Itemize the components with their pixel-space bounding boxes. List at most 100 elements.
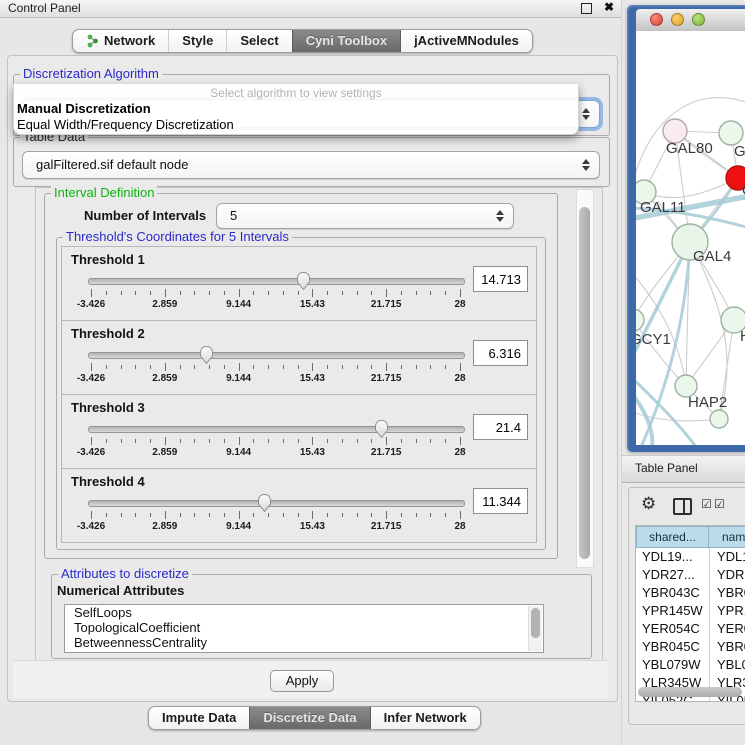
tab-style[interactable]: Style	[168, 30, 226, 52]
table-cell-shared-name[interactable]: YDR27...	[636, 566, 709, 584]
network-window-titlebar[interactable]	[636, 9, 745, 32]
slider-tick	[430, 513, 431, 517]
slider-thumb[interactable]	[198, 345, 215, 365]
table-cell-name[interactable]: YDL19...	[709, 548, 745, 566]
network-node-label: GAL80	[666, 140, 713, 157]
numerical-attributes-list[interactable]: SelfLoops TopologicalCoefficient Between…	[64, 604, 544, 653]
slider-tick	[342, 513, 343, 517]
table-cell-name[interactable]: YER054C	[709, 620, 745, 638]
tab-label: Network	[104, 30, 155, 52]
table-cell-name[interactable]: YBL079W	[709, 656, 745, 674]
tab-infer-network[interactable]: Infer Network	[370, 707, 480, 729]
threshold-value-field[interactable]: 6.316	[473, 340, 528, 366]
table-data-combobox[interactable]: galFiltered.sif default node	[22, 151, 600, 179]
tab-label: Discretize Data	[263, 707, 356, 729]
close-traffic-light-icon[interactable]	[650, 13, 663, 26]
slider-tick	[357, 365, 358, 369]
number-of-intervals-combobox[interactable]: 5	[216, 203, 514, 229]
tab-discretize-data[interactable]: Discretize Data	[249, 707, 369, 729]
split-columns-icon[interactable]	[673, 498, 692, 515]
scrollbar-thumb[interactable]	[579, 207, 590, 559]
float-window-icon[interactable]	[581, 3, 592, 14]
network-node-label: GAL11	[640, 199, 686, 216]
dropdown-option-manual-discretization[interactable]: Manual Discretization	[17, 101, 151, 116]
slider-thumb[interactable]	[295, 271, 312, 291]
vertical-scrollbar[interactable]	[576, 189, 594, 568]
table-cell-name[interactable]: YBR043C	[709, 584, 745, 602]
table-cell-shared-name[interactable]: YBR043C	[636, 584, 709, 602]
tab-cyni-toolbox[interactable]: Cyni Toolbox	[292, 30, 400, 52]
slider-tick	[371, 365, 372, 369]
list-item[interactable]: TopologicalCoefficient	[65, 620, 543, 635]
table-cell-shared-name[interactable]: YBR045C	[636, 638, 709, 656]
slider-track[interactable]	[88, 352, 465, 359]
list-item[interactable]: SelfLoops	[65, 605, 543, 620]
slider-tick	[194, 439, 195, 443]
table-row[interactable]: YDL19...YDL19...	[636, 548, 745, 566]
table-cell-name[interactable]: YPR145W	[709, 602, 745, 620]
slider-thumb[interactable]	[256, 493, 273, 513]
network-node[interactable]	[636, 309, 644, 331]
table-row[interactable]: YPR145WYPR145W	[636, 602, 745, 620]
dropdown-option-equal-width-frequency[interactable]: Equal Width/Frequency Discretization	[17, 117, 234, 132]
list-scrollbar[interactable]	[528, 606, 542, 651]
horizontal-scrollbar-thumb[interactable]	[638, 687, 742, 697]
tab-network[interactable]: Network	[73, 30, 168, 52]
tab-impute-data[interactable]: Impute Data	[149, 707, 249, 729]
table-row[interactable]: YER054CYER054C	[636, 620, 745, 638]
table-cell-shared-name[interactable]: YBL079W	[636, 656, 709, 674]
network-canvas[interactable]: GAL80GACGAL11GAL4GCY1HHAP2	[636, 31, 745, 445]
checkbox-icon[interactable]: ☑	[714, 497, 725, 511]
tab-label: Style	[182, 30, 213, 52]
table-cell-shared-name[interactable]: YER054C	[636, 620, 709, 638]
close-icon[interactable]: ✖	[604, 0, 614, 14]
tick-label: 21.715	[371, 521, 402, 532]
panel-divider[interactable]	[621, 0, 622, 745]
list-item[interactable]: BetweennessCentrality	[65, 635, 543, 650]
slider-tick	[416, 365, 417, 369]
table-cell-shared-name[interactable]: YDL19...	[636, 548, 709, 566]
slider-tick	[239, 363, 240, 371]
slider-tick	[135, 513, 136, 517]
table-cell-name[interactable]: YDR27...	[709, 566, 745, 584]
slider-tick	[445, 365, 446, 369]
table-row[interactable]: YBR045CYBR045C	[636, 638, 745, 656]
table-cell-shared-name[interactable]: YPR145W	[636, 602, 709, 620]
network-view-window: GAL80GACGAL11GAL4GCY1HHAP2	[627, 5, 745, 452]
slider-tick	[312, 511, 313, 519]
slider-tick	[121, 291, 122, 295]
threshold-1-row: Threshold 1 -3.4262.8599.14415.4321.7152…	[61, 246, 537, 321]
tab-select[interactable]: Select	[226, 30, 291, 52]
minimize-traffic-light-icon[interactable]	[671, 13, 684, 26]
slider-track[interactable]	[88, 500, 465, 507]
apply-button[interactable]: Apply	[270, 670, 334, 692]
threshold-value-field[interactable]: 11.344	[473, 488, 528, 514]
group-title: Attributes to discretize	[58, 567, 192, 581]
slider-tick	[209, 365, 210, 369]
dropdown-placeholder-option[interactable]: Select algorithm to view settings	[14, 86, 578, 100]
slider-tick	[239, 289, 240, 297]
slider-tick	[327, 291, 328, 295]
table-cell-name[interactable]: YBR045C	[709, 638, 745, 656]
top-tab-bar: Network Style Select Cyni Toolbox jActiv…	[72, 29, 533, 53]
slider-thumb[interactable]	[373, 419, 390, 439]
tick-label: -3.426	[77, 299, 105, 310]
threshold-value-field[interactable]: 21.4	[473, 414, 528, 440]
network-node[interactable]	[719, 121, 743, 145]
checkbox-icon[interactable]: ☑	[701, 497, 712, 511]
tick-label: 2.859	[152, 521, 177, 532]
column-header-shared-name[interactable]: shared...	[636, 526, 709, 548]
slider-track[interactable]	[88, 278, 465, 285]
scrollbar-thumb[interactable]	[531, 608, 540, 638]
zoom-traffic-light-icon[interactable]	[692, 13, 705, 26]
table-row[interactable]: YDR27...YDR27...	[636, 566, 745, 584]
table-row[interactable]: YBL079WYBL079W	[636, 656, 745, 674]
column-header-name[interactable]: name	[708, 526, 745, 548]
table-row[interactable]: YBR043CYBR043C	[636, 584, 745, 602]
threshold-value-field[interactable]: 14.713	[473, 266, 528, 292]
slider-tick	[357, 439, 358, 443]
gear-icon[interactable]: ⚙	[641, 495, 656, 512]
network-node[interactable]	[710, 410, 728, 428]
slider-track[interactable]	[88, 426, 465, 433]
tab-jactivemnodules[interactable]: jActiveMNodules	[400, 30, 532, 52]
